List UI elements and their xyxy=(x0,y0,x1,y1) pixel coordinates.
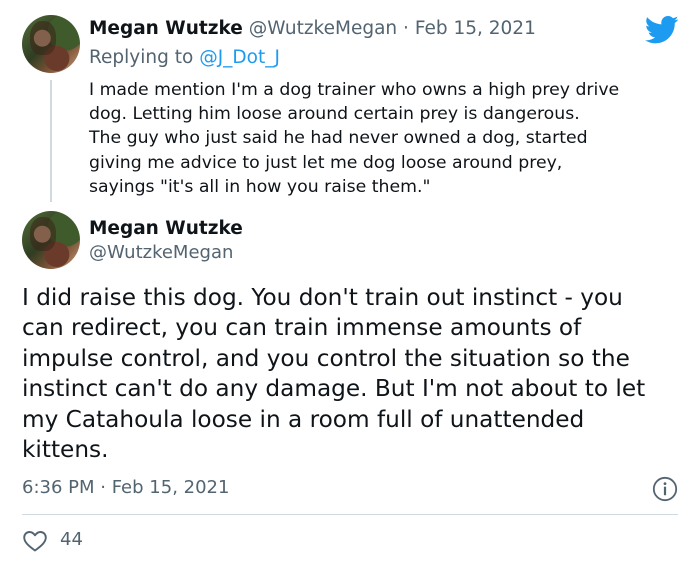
reply-author-handle[interactable]: @WutzkeMegan xyxy=(249,18,397,39)
replying-prefix: Replying to xyxy=(89,47,194,68)
heart-icon[interactable] xyxy=(22,529,48,553)
main-text-line: my Catahoula loose in a room full of una… xyxy=(22,405,585,433)
reply-tweet-text: I made mention I'm a dog trainer who own… xyxy=(89,78,689,199)
main-text-line: instinct can't do any damage. But I'm no… xyxy=(22,375,646,403)
main-author-avatar[interactable] xyxy=(22,211,80,269)
reply-text-line: dog. Letting him loose around certain pr… xyxy=(89,104,580,125)
reply-author-avatar[interactable] xyxy=(22,15,80,73)
reply-text-line: The guy who just said he had never owned… xyxy=(89,128,588,149)
main-tweet-text: I did raise this dog. You don't train ou… xyxy=(22,283,692,465)
main-author-handle[interactable]: @WutzkeMegan xyxy=(89,242,233,263)
like-count: 44 xyxy=(60,529,83,550)
twitter-bird-icon xyxy=(645,15,679,44)
main-text-line: can redirect, you can train immense amou… xyxy=(22,314,582,342)
thread-connector-line xyxy=(50,80,52,202)
replying-to-line: Replying to @J_Dot_J xyxy=(89,47,280,68)
reply-date[interactable]: Feb 15, 2021 xyxy=(415,18,536,39)
main-text-line: I did raise this dog. You don't train ou… xyxy=(22,284,623,311)
reply-tweet-header: Megan Wutzke @WutzkeMegan · Feb 15, 2021 xyxy=(89,18,536,39)
info-icon[interactable] xyxy=(652,476,678,502)
replying-to-handle-link[interactable]: @J_Dot_J xyxy=(199,47,280,68)
main-text-line: kittens. xyxy=(22,436,109,464)
main-text-line: impulse control, and you control the sit… xyxy=(22,344,630,372)
actions-divider xyxy=(22,514,678,515)
header-separator: · xyxy=(403,18,409,39)
tweet-timestamp[interactable]: 6:36 PM · Feb 15, 2021 xyxy=(22,477,229,498)
reply-text-line: giving me advice to just let me dog loos… xyxy=(89,152,563,173)
main-author-name[interactable]: Megan Wutzke xyxy=(89,218,243,239)
reply-author-name[interactable]: Megan Wutzke xyxy=(89,18,243,39)
reply-text-line: sayings "it's all in how you raise them.… xyxy=(89,176,431,197)
reply-text-line: I made mention I'm a dog trainer who own… xyxy=(89,80,620,100)
